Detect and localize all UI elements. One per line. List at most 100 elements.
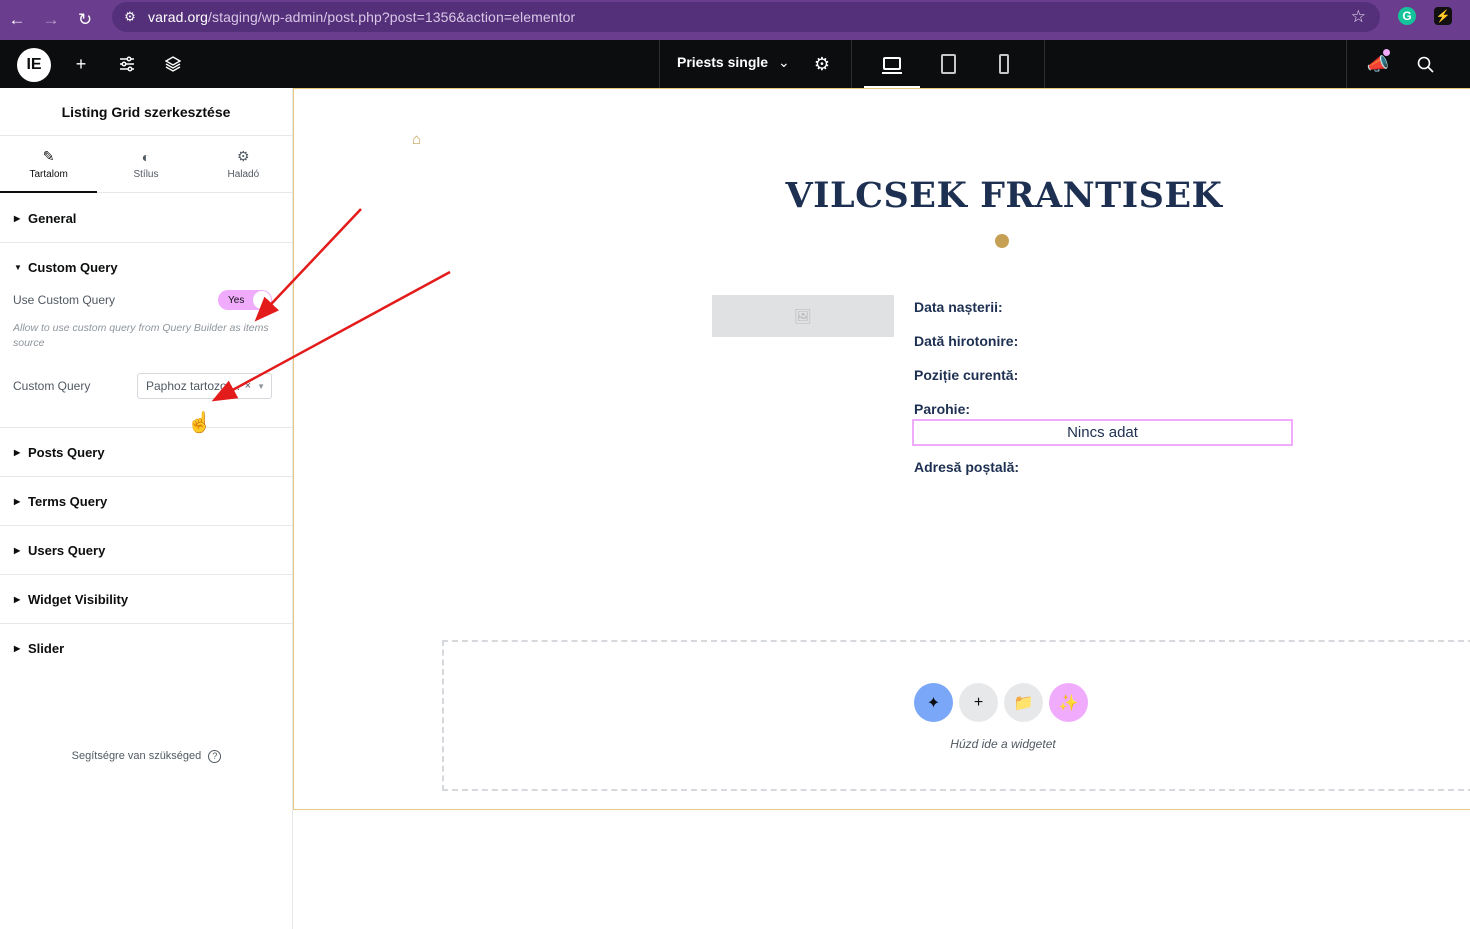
caret-down-icon: ▼ (14, 262, 22, 272)
no-data-text: Nincs adat (1067, 424, 1138, 441)
caret-right-icon: ▶ (14, 447, 21, 457)
preview-canvas: ⌂ VILCSEK FRANTISEK 🖼 Data nașterii: Dat… (293, 88, 1470, 810)
panel-tabs: ✎ Tartalom ◐ Stílus ⚙ Haladó (0, 136, 292, 193)
layers-icon (165, 56, 181, 72)
magic-wand-button[interactable]: ✦ (914, 683, 953, 722)
tablet-view-button[interactable] (920, 40, 976, 88)
hand-cursor-icon: ☝ (187, 412, 212, 434)
pencil-icon: ✎ (42, 148, 55, 164)
tab-advanced[interactable]: ⚙ Haladó (195, 136, 292, 192)
clear-icon[interactable]: × (245, 380, 251, 392)
section-users-query[interactable]: ▶ Users Query (0, 526, 292, 575)
use-custom-query-toggle[interactable]: Yes (218, 290, 272, 310)
drop-hint: Húzd ide a widgetet (950, 737, 1056, 751)
site-settings-button[interactable] (107, 40, 147, 88)
divider-dot (995, 234, 1009, 248)
address-bar[interactable]: ⚙ varad.org/staging/wp-admin/post.php?po… (112, 2, 1380, 32)
section-label: Terms Query (28, 493, 108, 509)
url-text[interactable]: varad.org/staging/wp-admin/post.php?post… (148, 9, 575, 25)
contrast-icon: ◐ (141, 148, 151, 165)
notification-dot (1383, 49, 1390, 56)
bookmark-star-icon[interactable]: ☆ (1351, 7, 1366, 27)
tab-label: Tartalom (29, 169, 68, 180)
elementor-topbar: IE + Priests single ⌄ ⚙ 📣 (0, 40, 1470, 88)
plus-icon: + (973, 693, 984, 711)
section-terms-query[interactable]: ▶ Terms Query (0, 477, 292, 526)
question-circle-icon: ? (208, 750, 222, 763)
caret-right-icon: ▶ (14, 643, 21, 653)
section-header[interactable]: ▼ Custom Query (0, 243, 292, 291)
image-placeholder[interactable]: 🖼 (712, 295, 894, 337)
document-name-button[interactable]: Priests single ⌄ (677, 54, 790, 71)
section-label: Posts Query (28, 444, 105, 460)
custom-query-control: Custom Query Paphoz tartozo ... × ▼ (13, 373, 278, 399)
use-custom-query-label: Use Custom Query (13, 293, 116, 307)
magic-wand-icon: ✦ (926, 694, 941, 712)
caret-right-icon: ▶ (14, 496, 21, 506)
field-current-position: Poziție curentă: (914, 367, 1019, 383)
caret-right-icon: ▶ (14, 594, 21, 604)
back-icon[interactable]: ← (0, 0, 34, 40)
sliders-icon (120, 56, 134, 72)
magnifier-icon (1417, 56, 1434, 73)
sparkle-icon: ✨ (1058, 694, 1079, 712)
section-label: Users Query (28, 542, 106, 558)
section-label: Custom Query (28, 259, 118, 275)
section-widget-visibility[interactable]: ▶ Widget Visibility (0, 575, 292, 624)
caret-right-icon: ▶ (14, 213, 21, 223)
priest-name-heading: VILCSEK FRANTISEK (785, 175, 1223, 216)
tab-label: Haladó (227, 169, 260, 180)
home-icon[interactable]: ⌂ (412, 131, 421, 148)
field-birth-date: Data nașterii: (914, 299, 1003, 315)
section-slider[interactable]: ▶ Slider (0, 624, 292, 672)
ai-generate-button[interactable]: ✨ (1049, 683, 1088, 722)
add-section-button[interactable]: + (959, 683, 998, 722)
mobile-icon (999, 54, 1009, 74)
tab-style[interactable]: ◐ Stílus (97, 136, 194, 192)
extension-icon[interactable]: ⚡ (1434, 7, 1452, 25)
desktop-icon (882, 56, 902, 74)
folder-icon: 📁 (1013, 694, 1034, 712)
add-element-button[interactable]: + (61, 40, 101, 88)
field-ordination-date: Dată hirotonire: (914, 333, 1019, 349)
use-custom-query-control: Use Custom Query Yes (13, 287, 278, 313)
widget-drop-zone[interactable]: ✦ + 📁 ✨ Húzd ide a widgetet (442, 640, 1470, 791)
control-description: Allow to use custom query from Query Bui… (13, 322, 269, 349)
section-label: Slider (28, 640, 65, 656)
field-parish: Parohie: (914, 401, 971, 417)
section-custom-query: ▼ Custom Query Use Custom Query Yes Allow… (0, 243, 292, 428)
document-name: Priests single (677, 54, 769, 70)
listing-grid-widget[interactable]: Nincs adat (912, 419, 1293, 446)
section-posts-query[interactable]: ▶ Posts Query (0, 428, 292, 477)
structure-button[interactable] (153, 40, 193, 88)
forward-icon[interactable]: → (34, 0, 68, 40)
tab-label: Stílus (133, 168, 159, 180)
add-template-button[interactable]: 📁 (1004, 683, 1043, 722)
help-link[interactable]: Segítségre van szükséged ? (0, 750, 293, 763)
elementor-logo-icon[interactable]: IE (17, 48, 51, 82)
help-label: Segítségre van szükséged (71, 750, 202, 762)
notifications-megaphone-icon[interactable]: 📣 (1358, 40, 1398, 88)
tab-content[interactable]: ✎ Tartalom (0, 136, 98, 193)
section-general[interactable]: ▶ General (0, 194, 292, 243)
grammarly-extension-icon[interactable]: G (1398, 7, 1416, 25)
custom-query-label: Custom Query (13, 379, 91, 393)
page-settings-gear-icon[interactable]: ⚙ (802, 40, 842, 88)
toggle-knob (253, 291, 271, 309)
site-settings-icon[interactable]: ⚙ (112, 9, 148, 25)
desktop-view-button[interactable] (864, 40, 920, 88)
gear-icon: ⚙ (237, 148, 250, 164)
dropdown-arrow-icon: ▼ (257, 381, 265, 391)
image-icon: 🖼 (794, 307, 812, 324)
section-label: Widget Visibility (28, 591, 129, 607)
section-label: General (28, 210, 77, 226)
panel-title: Listing Grid szerkesztése (0, 88, 292, 136)
reload-icon[interactable]: ↻ (68, 0, 102, 40)
custom-query-select[interactable]: Paphoz tartozo ... × ▼ (137, 373, 272, 399)
toggle-label: Yes (228, 294, 245, 306)
search-icon[interactable] (1405, 40, 1445, 88)
browser-toolbar: ← → ↻ ⚙ varad.org/staging/wp-admin/post.… (0, 0, 1470, 40)
field-postal-address: Adresă poștală: (914, 459, 1020, 475)
mobile-view-button[interactable] (976, 40, 1032, 88)
chevron-down-icon: ⌄ (778, 54, 790, 70)
